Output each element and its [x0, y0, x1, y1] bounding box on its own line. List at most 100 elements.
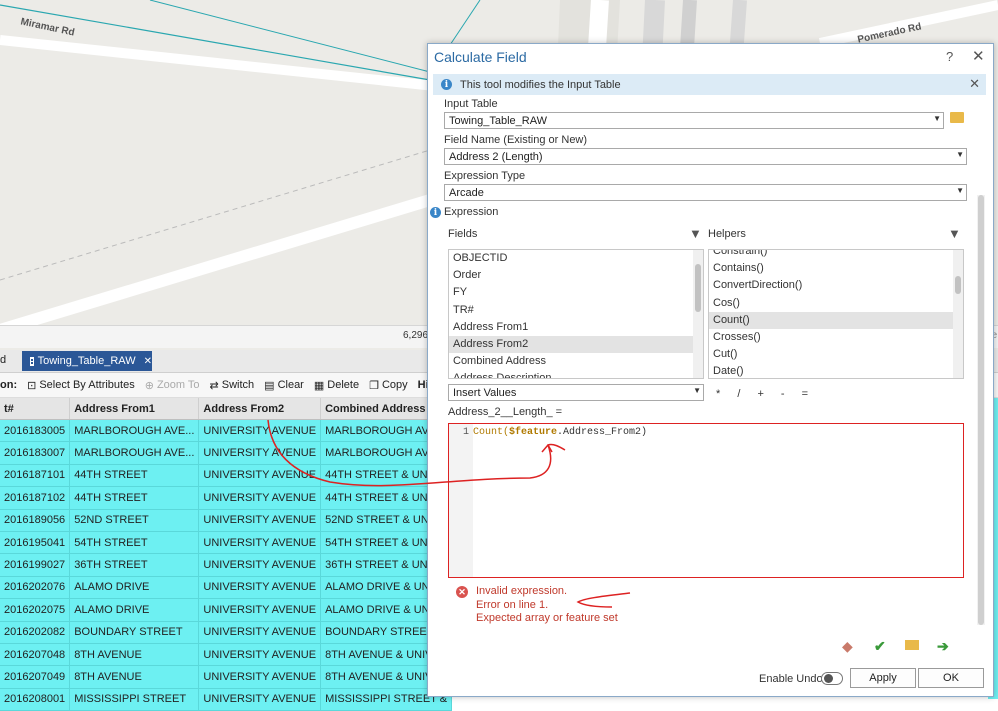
insert-values-dropdown[interactable]: Insert Values ▼: [448, 384, 704, 401]
helper-list-item[interactable]: Date(): [709, 363, 963, 378]
close-icon[interactable]: ✕: [972, 47, 985, 65]
table-cell[interactable]: 8TH AVENUE: [69, 643, 200, 667]
table-cell[interactable]: 2016202075: [0, 598, 71, 622]
filter-icon[interactable]: ▼: [948, 226, 961, 241]
table-cell[interactable]: 2016208001: [0, 688, 71, 711]
table-row[interactable]: 2016202076 ALAMO DRIVE UNIVERSITY AVENUE AL…: [0, 576, 453, 600]
table-cell[interactable]: MARLBOROUGH AVE...: [69, 419, 200, 443]
helper-list-item[interactable]: Cos(): [709, 295, 963, 312]
table-row[interactable]: 2016189056 52ND STREET UNIVERSITY AVENUE 52…: [0, 509, 453, 532]
table-row[interactable]: 2016207049 8TH AVENUE UNIVERSITY AVENUE 8TH…: [0, 665, 453, 689]
column-header[interactable]: Address From2: [198, 398, 322, 420]
table-cell[interactable]: UNIVERSITY AVENUE: [198, 598, 322, 622]
table-cell[interactable]: UNIVERSITY AVENUE: [198, 688, 322, 711]
eraser-icon[interactable]: ◆: [842, 638, 853, 655]
tab-towing-table[interactable]: Towing_Table_RAW ✕: [22, 351, 152, 371]
helper-list-item[interactable]: Count(): [709, 311, 963, 329]
open-folder-icon[interactable]: [905, 640, 919, 650]
table-cell[interactable]: MARLBOROUGH AVE...: [69, 441, 200, 465]
ok-button[interactable]: OK: [918, 668, 984, 688]
table-cell[interactable]: 2016183007: [0, 441, 71, 465]
table-row[interactable]: 2016207048 8TH AVENUE UNIVERSITY AVENUE 8TH…: [0, 643, 453, 667]
table-row[interactable]: 2016187101 44TH STREET UNIVERSITY AVENUE 44…: [0, 464, 453, 488]
helpers-list[interactable]: Constrain() Contains() ConvertDirection() C…: [708, 249, 964, 379]
verify-check-icon[interactable]: ✔: [874, 638, 886, 655]
enable-undo-toggle[interactable]: [821, 672, 843, 685]
fields-scrollbar[interactable]: [693, 250, 703, 378]
helper-list-item[interactable]: Cut(): [709, 346, 963, 363]
table-row[interactable]: 2016208001 MISSISSIPPI STREET UNIVERSITY A…: [0, 688, 453, 711]
table-row[interactable]: 2016202075 ALAMO DRIVE UNIVERSITY AVENUE AL…: [0, 598, 453, 622]
table-row[interactable]: 2016187102 44TH STREET UNIVERSITY AVENUE 44…: [0, 486, 453, 510]
table-row[interactable]: 2016195041 54TH STREET UNIVERSITY AVENUE 54…: [0, 531, 453, 555]
dismiss-info-icon[interactable]: ✕: [969, 76, 980, 92]
table-cell[interactable]: UNIVERSITY AVENUE: [198, 419, 322, 443]
table-cell[interactable]: ALAMO DRIVE: [69, 598, 200, 622]
table-cell[interactable]: 54TH STREET: [69, 531, 200, 555]
field-list-item[interactable]: OBJECTID: [449, 250, 703, 267]
zoom-to-button[interactable]: ⊕ Zoom To: [145, 379, 200, 392]
table-cell[interactable]: 44TH STREET: [69, 464, 200, 488]
table-cell[interactable]: MISSISSIPPI STREET: [69, 688, 200, 711]
table-cell[interactable]: 2016187101: [0, 464, 71, 488]
table-cell[interactable]: UNIVERSITY AVENUE: [198, 553, 322, 577]
table-cell[interactable]: 36TH STREET: [69, 553, 200, 577]
clear-button[interactable]: ▤ Clear: [264, 379, 304, 392]
field-list-item[interactable]: FY: [449, 284, 703, 301]
table-cell[interactable]: UNIVERSITY AVENUE: [198, 643, 322, 667]
field-list-item[interactable]: Address From2: [449, 335, 703, 354]
helper-list-item[interactable]: Crosses(): [709, 329, 963, 346]
table-cell[interactable]: 2016183005: [0, 419, 71, 443]
table-cell[interactable]: 2016195041: [0, 531, 71, 555]
help-icon[interactable]: ?: [946, 49, 953, 64]
table-cell[interactable]: 2016207048: [0, 643, 71, 667]
table-cell[interactable]: UNIVERSITY AVENUE: [198, 486, 322, 510]
column-header[interactable]: t#: [0, 398, 71, 420]
field-list-item[interactable]: Address From1: [449, 319, 703, 336]
table-row[interactable]: 2016183007 MARLBOROUGH AVE... UNIVERSITY A…: [0, 441, 453, 465]
table-cell[interactable]: UNIVERSITY AVENUE: [198, 621, 322, 644]
helper-list-item[interactable]: Contains(): [709, 260, 963, 277]
info-icon[interactable]: i: [430, 207, 441, 218]
table-cell[interactable]: UNIVERSITY AVENUE: [198, 665, 322, 689]
table-cell[interactable]: UNIVERSITY AVENUE: [198, 509, 322, 532]
helper-list-item[interactable]: Constrain(): [709, 250, 963, 260]
delete-button[interactable]: ▦ Delete: [314, 379, 359, 392]
table-cell[interactable]: 52ND STREET: [69, 509, 200, 532]
apply-button[interactable]: Apply: [850, 668, 916, 688]
table-cell[interactable]: UNIVERSITY AVENUE: [198, 441, 322, 465]
table-cell[interactable]: 44TH STREET: [69, 486, 200, 510]
tab-partial[interactable]: d: [0, 354, 6, 366]
filter-icon[interactable]: ▼: [689, 226, 702, 241]
table-cell[interactable]: 2016202082: [0, 621, 71, 644]
field-list-item[interactable]: Address Description: [449, 370, 703, 378]
export-arrow-icon[interactable]: ➔: [937, 638, 949, 655]
expression-code[interactable]: Count($feature.Address_From2): [473, 427, 647, 438]
expression-editor[interactable]: 1 Count($feature.Address_From2): [448, 423, 964, 578]
table-cell[interactable]: 2016202076: [0, 576, 71, 600]
copy-button[interactable]: ❐ Copy: [369, 379, 408, 392]
table-cell[interactable]: 2016187102: [0, 486, 71, 510]
close-icon[interactable]: ✕: [144, 356, 152, 367]
table-row[interactable]: 2016183005 MARLBOROUGH AVE... UNIVERSITY A…: [0, 419, 453, 443]
helper-list-item[interactable]: ConvertDirection(): [709, 277, 963, 294]
field-list-item[interactable]: Combined Address: [449, 353, 703, 370]
table-cell[interactable]: UNIVERSITY AVENUE: [198, 531, 322, 555]
field-list-item[interactable]: Order: [449, 267, 703, 284]
folder-icon[interactable]: [950, 112, 964, 123]
table-cell[interactable]: UNIVERSITY AVENUE: [198, 464, 322, 488]
field-name-dropdown[interactable]: Address 2 (Length) ▼: [444, 148, 967, 165]
dialog-scrollbar[interactable]: [977, 195, 985, 625]
table-cell[interactable]: 2016207049: [0, 665, 71, 689]
expression-type-dropdown[interactable]: Arcade ▼: [444, 184, 967, 201]
table-cell[interactable]: 8TH AVENUE: [69, 665, 200, 689]
switch-button[interactable]: ⇄ Switch: [210, 379, 255, 392]
operator-buttons[interactable]: * / + - =: [716, 388, 808, 400]
table-row[interactable]: 2016202082 BOUNDARY STREET UNIVERSITY AVEN…: [0, 621, 453, 644]
table-cell[interactable]: 2016189056: [0, 509, 71, 532]
fields-list[interactable]: OBJECTID Order FY TR# Address From1 Address F…: [448, 249, 704, 379]
table-row[interactable]: 2016199027 36TH STREET UNIVERSITY AVENUE 36…: [0, 553, 453, 577]
helpers-scrollbar[interactable]: [953, 250, 963, 378]
table-cell[interactable]: UNIVERSITY AVENUE: [198, 576, 322, 600]
field-list-item[interactable]: TR#: [449, 302, 703, 319]
